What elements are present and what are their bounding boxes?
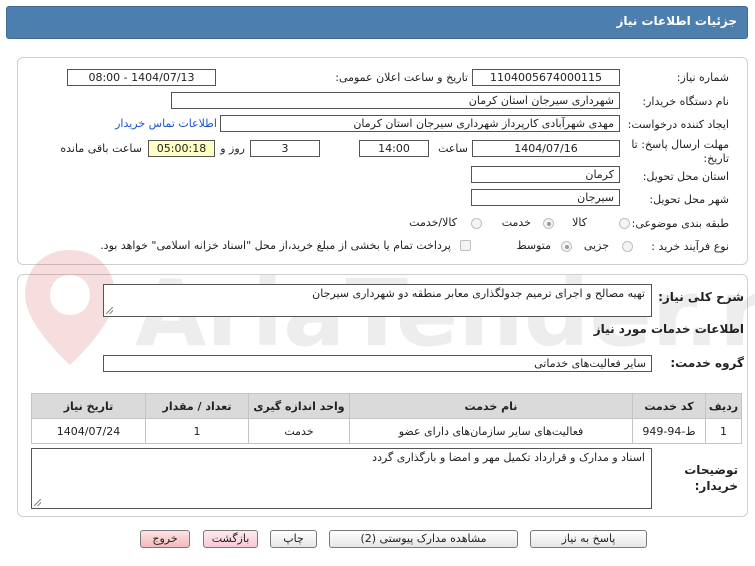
remaining-time-field: 05:00:18 [148, 140, 215, 157]
category-option-service: خدمت [501, 216, 531, 229]
category-radio-service[interactable] [543, 218, 554, 229]
col-row-number: ردیف [705, 393, 742, 419]
need-number-label: شماره نیاز: [676, 71, 729, 84]
category-label: طبقه بندی موضوعی: [631, 217, 729, 230]
buyer-notes-label-2: خریدار: [694, 479, 738, 493]
deadline-date-field: 1404/07/16 [472, 140, 620, 157]
treasury-payment-note: پرداخت تمام یا بخشی از مبلغ خرید،از محل … [100, 239, 451, 252]
cell-service-name: فعالیت‌های سایر سازمان‌های دارای عضو [349, 418, 633, 444]
attachments-button[interactable]: مشاهده مدارک پیوستی (2) [329, 530, 518, 548]
page-header: جزئیات اطلاعات نیاز [6, 6, 748, 39]
col-need-date: تاریخ نیاز [31, 393, 146, 419]
services-table-header: ردیف کد خدمت نام خدمت واحد اندازه گیری ت… [31, 393, 742, 419]
buyer-notes-label: توضیحات [684, 463, 738, 477]
deadline-time-label: ساعت [438, 142, 468, 155]
process-radio-medium[interactable] [561, 241, 572, 252]
cell-service-code: ط-94-949 [632, 418, 706, 444]
print-button[interactable]: چاپ [270, 530, 317, 548]
category-radio-goods[interactable] [619, 218, 630, 229]
need-info-panel [17, 57, 748, 265]
resize-grip-icon[interactable] [106, 307, 113, 314]
buyer-org-field: شهرداری سیرجان استان کرمان [171, 92, 620, 109]
table-row: 1 ط-94-949 فعالیت‌های سایر سازمان‌های دا… [31, 418, 742, 444]
buyer-notes-text: اسناد و مدارک و قرارداد تکمیل مهر و امضا… [372, 451, 645, 464]
deadline-date-label: تاریخ: [703, 152, 729, 165]
buyer-contact-link[interactable]: اطلاعات تماس خریدار [115, 117, 217, 130]
back-button[interactable]: بازگشت [203, 530, 258, 548]
col-service-code: کد خدمت [632, 393, 706, 419]
cell-unit: خدمت [248, 418, 350, 444]
city-label: شهر محل تحویل: [649, 193, 729, 206]
province-field: کرمان [471, 166, 620, 183]
creator-field: مهدی شهرآبادی کارپرداز شهرداری سیرجان اس… [220, 115, 620, 132]
announce-datetime-field: 1404/07/13 - 08:00 [67, 69, 216, 86]
service-group-field: سایر فعالیت‌های خدماتی [103, 355, 652, 372]
buyer-notes-field: اسناد و مدارک و قرارداد تکمیل مهر و امضا… [31, 448, 652, 509]
deadline-label: مهلت ارسال پاسخ: تا [631, 138, 729, 151]
need-summary-field: تهیه مصالح و اجرای ترمیم جدولگذاری معابر… [103, 284, 652, 317]
creator-label: ایجاد کننده درخواست: [627, 118, 729, 131]
process-option-minor: جزیی [583, 239, 609, 252]
services-table: ردیف کد خدمت نام خدمت واحد اندازه گیری ت… [31, 393, 742, 444]
category-option-goods-service: کالا/خدمت [409, 216, 457, 229]
need-summary-label: شرح کلی نیاز: [658, 290, 744, 304]
need-summary-text: تهیه مصالح و اجرای ترمیم جدولگذاری معابر… [312, 287, 645, 300]
buyer-org-label: نام دستگاه خریدار: [642, 95, 729, 108]
announce-datetime-label: تاریخ و ساعت اعلان عمومی: [335, 71, 468, 84]
remaining-time-label: ساعت باقی مانده [60, 142, 142, 155]
cell-quantity: 1 [145, 418, 249, 444]
process-option-medium: متوسط [516, 239, 551, 252]
process-radio-minor[interactable] [622, 241, 633, 252]
reply-button[interactable]: پاسخ به نیاز [530, 530, 647, 548]
process-label: نوع فرآیند خرید : [651, 240, 729, 253]
days-remaining-field: 3 [250, 140, 320, 157]
page-title: جزئیات اطلاعات نیاز [616, 14, 737, 28]
need-number-field: 1104005674000115 [472, 69, 620, 86]
category-option-goods: کالا [572, 216, 587, 229]
treasury-payment-checkbox[interactable] [460, 240, 471, 251]
col-quantity: تعداد / مقدار [145, 393, 249, 419]
service-group-label: گروه خدمت: [670, 356, 744, 370]
cell-row-number: 1 [705, 418, 742, 444]
days-label: روز و [220, 142, 245, 155]
deadline-time-field: 14:00 [359, 140, 429, 157]
category-radio-goods-service[interactable] [471, 218, 482, 229]
resize-grip-icon[interactable] [34, 499, 41, 506]
exit-button[interactable]: خروج [140, 530, 190, 548]
col-service-name: نام خدمت [349, 393, 633, 419]
city-field: سیرجان [471, 189, 620, 206]
col-unit: واحد اندازه گیری [248, 393, 350, 419]
cell-need-date: 1404/07/24 [31, 418, 146, 444]
province-label: استان محل تحویل: [642, 170, 729, 183]
services-section-title: اطلاعات خدمات مورد نیاز [593, 322, 744, 336]
